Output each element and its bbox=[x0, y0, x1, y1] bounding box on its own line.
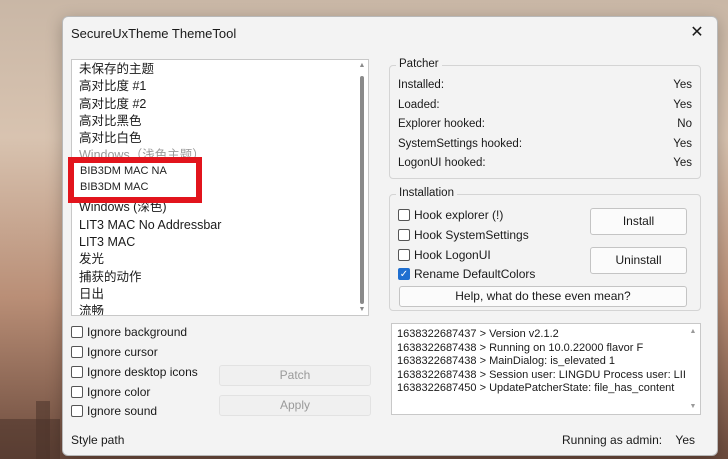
patcher-value: Yes bbox=[673, 79, 692, 91]
log-line: 1638322687437 > Version v2.1.2 bbox=[397, 328, 559, 340]
list-item[interactable]: 未保存的主题 bbox=[72, 61, 368, 78]
style-path-label: Style path bbox=[71, 433, 125, 447]
checkbox[interactable] bbox=[71, 326, 83, 338]
ignore-desktop-icons-option[interactable]: Ignore desktop icons bbox=[71, 362, 198, 382]
help-button[interactable]: Help, what do these even mean? bbox=[399, 286, 687, 307]
hook-explorer-option[interactable]: Hook explorer (!) bbox=[398, 205, 503, 225]
ignore-sound-option[interactable]: Ignore sound bbox=[71, 401, 157, 421]
app-window: SecureUxTheme ThemeTool ✕ 未保存的主题 高对比度 #1… bbox=[62, 16, 718, 456]
window-title: SecureUxTheme ThemeTool bbox=[71, 26, 237, 41]
checkbox[interactable] bbox=[71, 405, 83, 417]
patcher-row: LogonUI hooked: Yes bbox=[398, 157, 692, 175]
list-scrollbar[interactable]: ▲ ▼ bbox=[358, 62, 366, 313]
patch-button[interactable]: Patch bbox=[219, 365, 371, 386]
log-line: 1638322687438 > Running on 10.0.22000 fl… bbox=[397, 341, 644, 354]
checkbox-checked[interactable]: ✓ bbox=[398, 268, 410, 280]
checkbox[interactable] bbox=[398, 209, 410, 221]
ignore-background-option[interactable]: Ignore background bbox=[71, 322, 187, 342]
scroll-down-icon[interactable]: ▼ bbox=[358, 306, 366, 313]
list-item[interactable]: LIT3 MAC No Addressbar bbox=[72, 217, 368, 234]
scroll-up-icon[interactable]: ▲ bbox=[688, 328, 698, 335]
checkbox-label: Ignore color bbox=[87, 385, 151, 399]
install-button[interactable]: Install bbox=[590, 208, 687, 235]
scroll-up-icon[interactable]: ▲ bbox=[358, 62, 366, 69]
patcher-label: LogonUI hooked: bbox=[398, 157, 486, 169]
close-icon[interactable]: ✕ bbox=[687, 23, 707, 43]
uninstall-button[interactable]: Uninstall bbox=[590, 247, 687, 274]
red-highlight-box: BIB3DM MAC NA BIB3DM MAC bbox=[68, 157, 202, 203]
group-title: Installation bbox=[396, 187, 457, 199]
checkbox[interactable] bbox=[398, 249, 410, 261]
patcher-value: No bbox=[677, 118, 692, 130]
list-item[interactable]: 高对比度 #2 bbox=[72, 96, 368, 113]
list-item[interactable]: 日出 bbox=[72, 286, 368, 303]
list-item[interactable]: 捕获的动作 bbox=[72, 269, 368, 286]
checkbox[interactable] bbox=[71, 386, 83, 398]
checkbox-label: Rename DefaultColors bbox=[414, 267, 536, 281]
log-box[interactable]: 1638322687437 > Version v2.1.2 163832268… bbox=[391, 323, 701, 415]
list-item[interactable]: 高对比度 #1 bbox=[72, 78, 368, 95]
rename-defaultcolors-option[interactable]: ✓ Rename DefaultColors bbox=[398, 264, 535, 284]
checkbox-label: Ignore sound bbox=[87, 404, 158, 418]
checkbox-label: Hook SystemSettings bbox=[414, 228, 529, 242]
checkbox-label: Hook explorer (!) bbox=[414, 208, 504, 222]
installation-group: Installation Hook explorer (!) Hook Syst… bbox=[389, 187, 701, 311]
list-item[interactable]: LIT3 MAC bbox=[72, 234, 368, 251]
log-scrollbar[interactable]: ▲ ▼ bbox=[688, 326, 698, 412]
scroll-down-icon[interactable]: ▼ bbox=[688, 403, 698, 410]
background-building bbox=[0, 419, 60, 459]
list-item[interactable]: 发光 bbox=[72, 251, 368, 268]
list-item[interactable]: 流畅 bbox=[72, 303, 368, 315]
log-line: 1638322687438 > MainDialog: is_elevated … bbox=[397, 355, 616, 367]
patcher-row: SystemSettings hooked: Yes bbox=[398, 138, 692, 156]
background-building bbox=[36, 401, 50, 459]
list-item[interactable]: 高对比白色 bbox=[72, 130, 368, 147]
admin-value: Yes bbox=[675, 433, 695, 447]
group-title: Patcher bbox=[396, 58, 442, 70]
patcher-label: Loaded: bbox=[398, 99, 440, 111]
checkbox[interactable] bbox=[71, 346, 83, 358]
checkbox-label: Ignore background bbox=[87, 325, 188, 339]
highlighted-item[interactable]: BIB3DM MAC bbox=[74, 179, 196, 195]
checkbox-label: Ignore desktop icons bbox=[87, 365, 198, 379]
patcher-label: Installed: bbox=[398, 79, 445, 91]
patcher-row: Installed: Yes bbox=[398, 79, 692, 97]
admin-label: Running as admin: bbox=[562, 433, 663, 447]
hook-systemsettings-option[interactable]: Hook SystemSettings bbox=[398, 225, 529, 245]
highlighted-item[interactable]: BIB3DM MAC NA bbox=[74, 163, 196, 179]
patcher-group: Patcher Installed: Yes Loaded: Yes Explo… bbox=[389, 58, 701, 179]
hook-logonui-option[interactable]: Hook LogonUI bbox=[398, 245, 491, 265]
ignore-cursor-option[interactable]: Ignore cursor bbox=[71, 342, 158, 362]
patcher-label: Explorer hooked: bbox=[398, 118, 485, 130]
ignore-color-option[interactable]: Ignore color bbox=[71, 382, 150, 402]
patcher-value: Yes bbox=[673, 157, 692, 169]
apply-button[interactable]: Apply bbox=[219, 395, 371, 416]
log-line: 1638322687450 > UpdatePatcherState: file… bbox=[397, 382, 675, 394]
patcher-row: Loaded: Yes bbox=[398, 99, 692, 117]
patcher-row: Explorer hooked: No bbox=[398, 118, 692, 136]
title-bar: SecureUxTheme ThemeTool ✕ bbox=[63, 17, 717, 49]
admin-status: Running as admin: Yes bbox=[562, 433, 695, 447]
checkbox[interactable] bbox=[71, 366, 83, 378]
checkbox-label: Ignore cursor bbox=[87, 345, 158, 359]
scroll-thumb[interactable] bbox=[360, 76, 364, 304]
checkbox[interactable] bbox=[398, 229, 410, 241]
log-line: 1638322687438 > Session user: LINGDU Pro… bbox=[397, 368, 686, 381]
list-item[interactable]: 高对比黑色 bbox=[72, 113, 368, 130]
patcher-label: SystemSettings hooked: bbox=[398, 138, 523, 150]
patcher-value: Yes bbox=[673, 138, 692, 150]
patcher-value: Yes bbox=[673, 99, 692, 111]
checkbox-label: Hook LogonUI bbox=[414, 248, 491, 262]
